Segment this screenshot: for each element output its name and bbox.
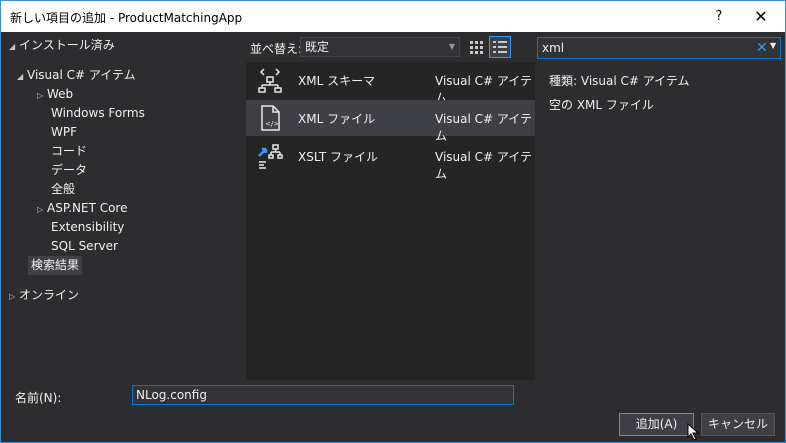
template-list: XML スキーマ Visual C# アイテム </> XML ファイル Vis… bbox=[246, 62, 535, 380]
template-name: XML ファイル bbox=[298, 112, 376, 126]
name-input[interactable] bbox=[136, 387, 506, 403]
help-button[interactable]: ? bbox=[699, 1, 739, 32]
search-options-chevron-icon[interactable]: ▼ bbox=[770, 41, 776, 50]
template-type: Visual C# アイテム bbox=[435, 150, 533, 181]
tree-item-data[interactable]: データ bbox=[51, 161, 87, 180]
sort-dropdown[interactable]: 既定 ▼ bbox=[300, 37, 460, 57]
template-name: XML スキーマ bbox=[298, 74, 376, 88]
name-label: 名前(N): bbox=[15, 391, 62, 405]
collapsed-arrow-icon: ▷ bbox=[37, 91, 44, 100]
footer: 名前(N): 追加(A) キャンセル bbox=[1, 380, 785, 442]
xml-file-icon: </> bbox=[261, 105, 280, 131]
template-detail-pane: 種類: Visual C# アイテム 空の XML ファイル bbox=[541, 62, 781, 380]
template-name: XSLT ファイル bbox=[298, 150, 379, 164]
collapsed-arrow-icon: ▷ bbox=[9, 292, 16, 301]
xslt-file-icon bbox=[258, 144, 283, 169]
tree-item-extensibility[interactable]: Extensibility bbox=[51, 218, 124, 237]
chevron-down-icon: ▼ bbox=[448, 42, 455, 51]
svg-text:</>: </> bbox=[265, 120, 279, 128]
sort-label: 並べ替え: bbox=[250, 42, 303, 56]
tree-item-visual-cs[interactable]: ◢ Visual C# アイテム bbox=[17, 66, 136, 85]
template-row-xml-schema[interactable]: XML スキーマ Visual C# アイテム bbox=[246, 62, 535, 105]
detail-type-row: 種類: Visual C# アイテム bbox=[549, 72, 690, 89]
window-title: 新しい項目の追加 - ProductMatchingApp bbox=[10, 11, 243, 25]
tree-item-web[interactable]: ▷ Web bbox=[37, 85, 73, 104]
grid-view-icon bbox=[470, 41, 483, 54]
tree-item-installed[interactable]: ◢ インストール済み bbox=[9, 36, 115, 55]
list-view-button[interactable] bbox=[489, 36, 511, 58]
list-view-icon bbox=[493, 41, 507, 53]
add-button[interactable]: 追加(A) bbox=[619, 413, 694, 436]
sort-dropdown-value: 既定 bbox=[305, 40, 330, 54]
grid-view-button[interactable] bbox=[465, 36, 487, 58]
collapsed-arrow-icon: ▷ bbox=[37, 205, 44, 214]
detail-type-label: 種類: bbox=[549, 74, 578, 88]
cancel-button[interactable]: キャンセル bbox=[701, 413, 775, 436]
title-bar: 新しい項目の追加 - ProductMatchingApp ? ✕ bbox=[0, 0, 786, 32]
tree-item-general[interactable]: 全般 bbox=[51, 180, 75, 199]
xml-schema-icon bbox=[258, 68, 282, 93]
search-input[interactable] bbox=[542, 39, 742, 57]
expanded-arrow-icon: ◢ bbox=[9, 42, 16, 51]
detail-type-value: Visual C# アイテム bbox=[580, 74, 690, 88]
tree-item-online[interactable]: ▷ オンライン bbox=[9, 286, 79, 305]
close-button[interactable]: ✕ bbox=[741, 1, 781, 32]
tree-item-aspnet-core[interactable]: ▷ ASP.NET Core bbox=[37, 199, 127, 218]
tree-item-sql-server[interactable]: SQL Server bbox=[51, 237, 118, 256]
expanded-arrow-icon: ◢ bbox=[17, 72, 24, 81]
tree-item-code[interactable]: コード bbox=[51, 142, 87, 161]
category-tree: ◢ インストール済み ◢ Visual C# アイテム ▷ Web Windows F… bbox=[1, 32, 246, 380]
tree-item-windows-forms[interactable]: Windows Forms bbox=[51, 104, 145, 123]
tree-item-search-results[interactable]: 検索結果 bbox=[28, 256, 83, 275]
detail-description: 空の XML ファイル bbox=[549, 98, 654, 112]
add-new-item-dialog: ◢ インストール済み ◢ Visual C# アイテム ▷ Web Windows F… bbox=[0, 32, 786, 443]
name-field[interactable] bbox=[132, 385, 514, 405]
template-search-box[interactable]: ✕ ▼ bbox=[537, 37, 781, 59]
tree-item-wpf[interactable]: WPF bbox=[51, 123, 77, 142]
clear-search-icon[interactable]: ✕ bbox=[756, 40, 768, 56]
mouse-cursor-icon bbox=[687, 423, 700, 441]
template-row-xml-file[interactable]: </> XML ファイル Visual C# アイテム bbox=[246, 100, 535, 143]
template-row-xslt-file[interactable]: XSLT ファイル Visual C# アイテム bbox=[246, 138, 535, 181]
